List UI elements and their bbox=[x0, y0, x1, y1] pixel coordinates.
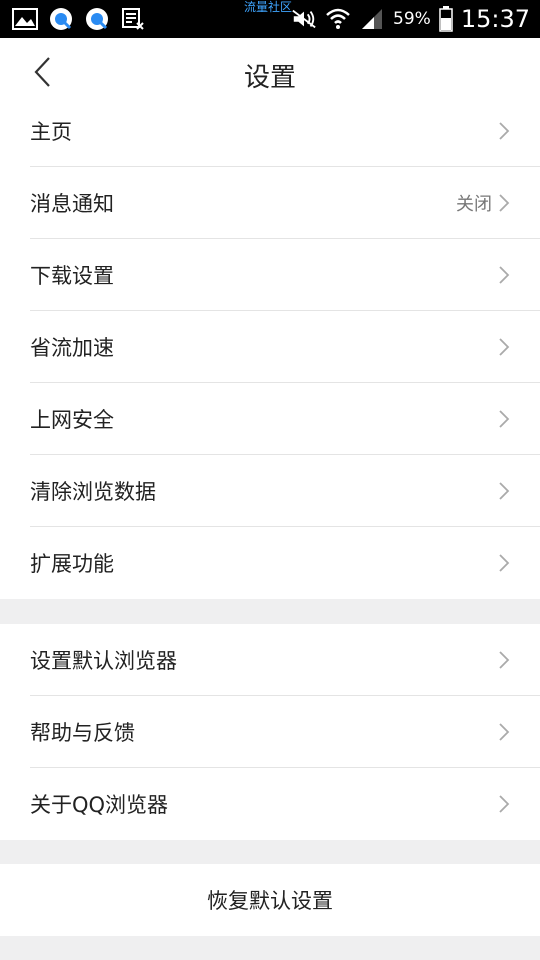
row-value: 关闭 bbox=[456, 194, 492, 215]
settings-group-about: 设置默认浏览器 帮助与反馈 关于QQ浏览器 bbox=[0, 624, 540, 840]
chevron-right-icon bbox=[498, 337, 510, 357]
row-label: 上网安全 bbox=[30, 408, 114, 432]
status-time: 15:37 bbox=[460, 5, 530, 33]
mute-icon bbox=[291, 7, 317, 31]
chevron-right-icon bbox=[498, 553, 510, 573]
row-notifications[interactable]: 消息通知 关闭 bbox=[0, 167, 540, 239]
row-default-browser[interactable]: 设置默认浏览器 bbox=[0, 624, 540, 696]
browser-icon bbox=[48, 7, 74, 31]
battery-icon bbox=[439, 6, 453, 32]
settings-group-main: 主页 消息通知 关闭 下载设置 省流加速 上网安全 清除浏览数据 扩展功能 bbox=[0, 95, 540, 599]
row-about[interactable]: 关于QQ浏览器 bbox=[0, 768, 540, 840]
chevron-right-icon bbox=[498, 650, 510, 670]
row-label: 帮助与反馈 bbox=[30, 721, 135, 745]
row-extensions[interactable]: 扩展功能 bbox=[0, 527, 540, 599]
carrier-text: 流量社区 bbox=[244, 0, 293, 14]
row-label: 消息通知 bbox=[30, 192, 114, 216]
battery-percent: 59% bbox=[393, 9, 431, 29]
row-label: 清除浏览数据 bbox=[30, 480, 156, 504]
row-label: 设置默认浏览器 bbox=[30, 649, 177, 673]
wifi-icon bbox=[325, 7, 351, 31]
page-title: 设置 bbox=[243, 63, 296, 93]
status-bar-left-icons bbox=[12, 5, 146, 33]
chevron-right-icon bbox=[498, 794, 510, 814]
row-label: 主页 bbox=[30, 120, 72, 144]
row-help-feedback[interactable]: 帮助与反馈 bbox=[0, 696, 540, 768]
chevron-right-icon bbox=[498, 481, 510, 501]
gallery-icon bbox=[12, 7, 38, 31]
chevron-right-icon bbox=[498, 193, 510, 213]
signal-icon bbox=[359, 7, 385, 31]
row-browsing-security[interactable]: 上网安全 bbox=[0, 383, 540, 455]
chevron-right-icon bbox=[498, 722, 510, 742]
row-data-saving[interactable]: 省流加速 bbox=[0, 311, 540, 383]
row-label: 省流加速 bbox=[30, 336, 114, 360]
browser-icon-2 bbox=[84, 7, 110, 31]
row-label: 下载设置 bbox=[30, 264, 114, 288]
status-bar: 流量社区 59% 15:37 bbox=[0, 0, 540, 38]
reset-settings-button[interactable]: 恢复默认设置 bbox=[0, 864, 540, 936]
row-download-settings[interactable]: 下载设置 bbox=[0, 239, 540, 311]
reset-label: 恢复默认设置 bbox=[207, 889, 333, 913]
status-bar-right: 59% 15:37 bbox=[291, 2, 530, 36]
row-label: 关于QQ浏览器 bbox=[30, 793, 169, 817]
chevron-right-icon bbox=[498, 121, 510, 141]
chevron-right-icon bbox=[498, 265, 510, 285]
row-clear-data[interactable]: 清除浏览数据 bbox=[0, 455, 540, 527]
chevron-right-icon bbox=[498, 409, 510, 429]
calendar-icon bbox=[120, 7, 146, 31]
row-label: 扩展功能 bbox=[30, 552, 114, 576]
row-home[interactable]: 主页 bbox=[0, 95, 540, 167]
